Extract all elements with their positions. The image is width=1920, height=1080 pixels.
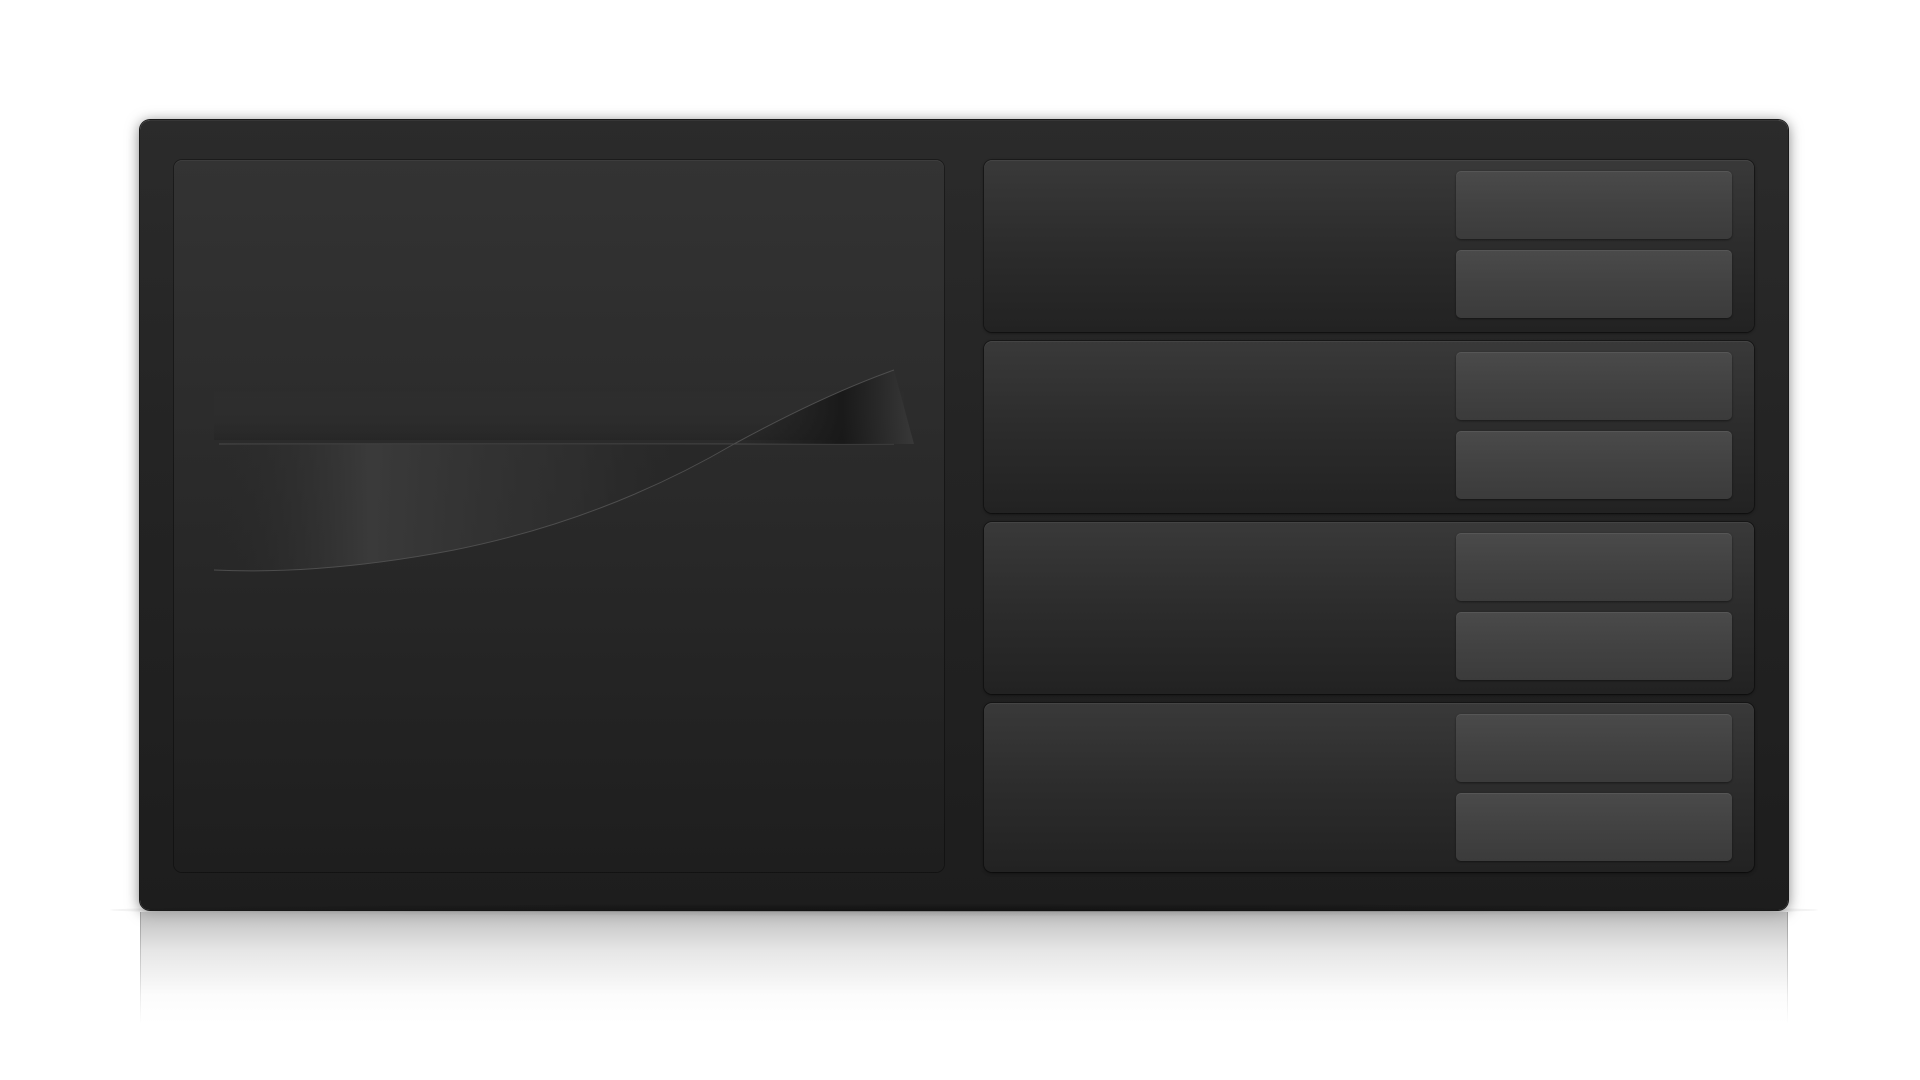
row-primary-button[interactable]: [1456, 714, 1732, 782]
stage: [0, 0, 1920, 1080]
options-list: [984, 160, 1754, 872]
row-primary-button[interactable]: [1456, 171, 1732, 239]
row-primary-button[interactable]: [1456, 533, 1732, 601]
list-item[interactable]: [984, 160, 1754, 332]
gloss-highlight-decoration: [213, 369, 914, 572]
list-item[interactable]: [984, 522, 1754, 694]
device-reflection: [140, 912, 1788, 1024]
row-primary-button[interactable]: [1456, 352, 1732, 420]
list-item[interactable]: [984, 703, 1754, 872]
row-secondary-button[interactable]: [1456, 793, 1732, 861]
row-secondary-button[interactable]: [1456, 431, 1732, 499]
device-panel: [140, 120, 1788, 910]
row-secondary-button[interactable]: [1456, 612, 1732, 680]
list-item[interactable]: [984, 341, 1754, 513]
row-secondary-button[interactable]: [1456, 250, 1732, 318]
preview-panel[interactable]: [174, 160, 944, 872]
